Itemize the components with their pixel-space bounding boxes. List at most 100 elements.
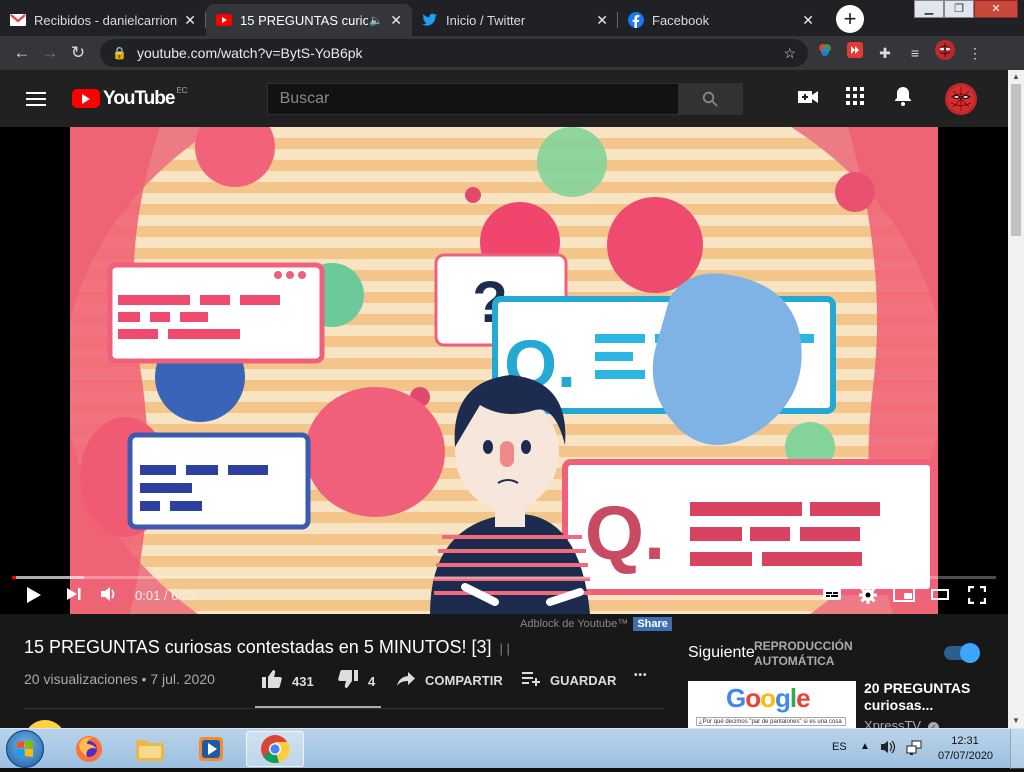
settings-gear-icon[interactable] (859, 586, 877, 608)
start-button[interactable] (6, 730, 44, 768)
tab-title: Facebook (652, 12, 710, 28)
dislike-button[interactable]: 4 (338, 670, 375, 693)
playlist-add-icon (522, 670, 540, 691)
subtitles-icon[interactable] (822, 586, 842, 608)
like-button[interactable]: 431 (262, 670, 314, 693)
back-icon[interactable]: ← (8, 39, 36, 67)
recommended-title[interactable]: 20 PREGUNTAS curiosas... (864, 680, 994, 714)
media-queue-icon[interactable]: ≡ (902, 40, 928, 66)
video-progress-bar[interactable] (12, 576, 996, 579)
user-avatar[interactable] (945, 83, 977, 115)
scrollbar-thumb[interactable] (1011, 84, 1021, 236)
search-button[interactable] (678, 82, 743, 115)
youtube-icon (216, 12, 232, 28)
thumbs-up-icon (262, 670, 282, 693)
clock-date: 07/07/2020 (938, 750, 994, 762)
browser-menu-icon[interactable]: ⋮ (962, 40, 988, 66)
close-icon[interactable]: ✕ (390, 12, 402, 29)
page-scrollbar[interactable]: ▲ ▼ (1008, 70, 1024, 728)
lock-icon: 🔒 (112, 46, 127, 60)
svg-text:Q.: Q. (585, 491, 665, 576)
close-icon[interactable]: ✕ (802, 12, 814, 29)
tab-gmail[interactable]: Recibidos - danielcarrion9 ✕ (0, 4, 206, 36)
taskbar-chrome[interactable] (246, 731, 304, 767)
menu-icon[interactable] (26, 91, 46, 106)
close-icon[interactable]: ✕ (184, 12, 196, 29)
save-button[interactable]: GUARDAR (522, 670, 616, 691)
scroll-up-arrow-icon[interactable]: ▲ (1008, 70, 1024, 84)
next-icon[interactable] (66, 586, 82, 608)
tab-facebook[interactable]: Facebook ✕ (618, 4, 824, 36)
search-input[interactable]: Buscar (266, 82, 679, 115)
extensions-puzzle-icon[interactable]: ✚ (872, 40, 898, 66)
google-logo: Google (726, 683, 811, 713)
window-close-button[interactable]: ✕ (974, 0, 1018, 18)
search-icon (702, 91, 718, 107)
language-indicator[interactable]: ES (832, 741, 847, 753)
apps-grid-icon[interactable] (842, 86, 868, 112)
play-icon[interactable] (26, 586, 42, 608)
twitter-icon (422, 12, 438, 28)
show-hidden-icons-icon[interactable]: ▲ (860, 741, 870, 752)
address-bar[interactable]: 🔒 youtube.com/watch?v=BytS-YoB6pk ☆ (100, 39, 808, 67)
miniplayer-icon[interactable] (893, 586, 915, 608)
window-controls: ▁ ❐ ✕ (914, 0, 1018, 18)
volume-tray-icon[interactable] (880, 740, 896, 759)
maximize-button[interactable]: ❐ (944, 0, 974, 18)
youtube-header: YouTube EC Buscar (0, 70, 1024, 127)
upload-date: 7 jul. 2020 (150, 671, 215, 687)
network-tray-icon[interactable] (906, 740, 922, 761)
tab-youtube[interactable]: 15 PREGUNTAS curiosas 🔈 ✕ (206, 4, 412, 36)
fullscreen-icon[interactable] (967, 585, 987, 608)
adblock-share-button[interactable]: Share (633, 617, 672, 631)
media-player-icon (199, 737, 223, 761)
reload-icon[interactable]: ↻ (64, 39, 92, 67)
up-next-label: Siguiente (688, 644, 755, 661)
show-desktop-button[interactable] (1010, 729, 1024, 769)
video-player[interactable]: ? Q. Q. 0:01 / 6:22 (0, 127, 1008, 614)
minimize-button[interactable]: ▁ (914, 0, 944, 18)
share-button[interactable]: COMPARTIR (397, 670, 503, 691)
taskbar-file-explorer[interactable] (121, 731, 179, 767)
video-frame: ? Q. Q. (70, 127, 938, 614)
notifications-bell-icon[interactable] (890, 86, 916, 112)
system-clock[interactable]: 12:31 07/07/2020 (938, 734, 994, 764)
tab-title: 15 PREGUNTAS curiosas (240, 12, 369, 28)
autoplay-toggle[interactable] (944, 643, 980, 663)
volume-icon[interactable] (100, 586, 118, 608)
chrome-icon (261, 735, 290, 764)
windows-taskbar: ES ▲ 12:31 07/07/2020 (0, 728, 1024, 769)
dislike-count: 4 (368, 674, 376, 689)
taskbar-media-player[interactable] (182, 731, 240, 767)
video-meta: 20 visualizaciones • 7 jul. 2020 (24, 671, 215, 687)
windows-logo-icon (17, 740, 33, 757)
time-display: 0:01 / 6:22 (135, 588, 197, 603)
tab-title: Inicio / Twitter (446, 12, 526, 28)
bookmark-star-icon[interactable]: ☆ (783, 45, 796, 62)
folder-icon (136, 740, 164, 761)
extension-video-icon[interactable] (842, 40, 868, 66)
firefox-icon (76, 736, 102, 762)
divider (24, 708, 664, 709)
thumbnail-search-box: ¿Por qué decimos "par de pantalones" si … (696, 717, 846, 726)
extension-colors-icon[interactable] (812, 40, 838, 66)
video-title: 15 PREGUNTAS curiosas contestadas en 5 M… (24, 637, 510, 657)
adblock-banner: Adblock de Youtube™ Share (520, 617, 672, 631)
new-tab-button[interactable]: + (836, 5, 864, 33)
tab-twitter[interactable]: Inicio / Twitter ✕ (412, 4, 618, 36)
audio-icon[interactable]: 🔈 (368, 12, 384, 28)
create-video-icon[interactable] (795, 86, 821, 112)
thumbs-down-icon (338, 670, 358, 693)
watch-info-area: Adblock de Youtube™ Share 15 PREGUNTAS c… (0, 614, 1008, 762)
more-actions-icon[interactable]: ••• (634, 670, 648, 681)
profile-avatar-icon[interactable] (932, 40, 958, 66)
taskbar-firefox[interactable] (60, 731, 118, 767)
forward-icon[interactable]: → (36, 39, 64, 67)
tab-title: Recibidos - danielcarrion9 (34, 12, 179, 28)
recommended-thumbnail[interactable]: Google ¿Por qué decimos "par de pantalon… (688, 681, 856, 728)
scroll-down-arrow-icon[interactable]: ▼ (1008, 714, 1024, 728)
theater-mode-icon[interactable] (931, 586, 949, 608)
close-icon[interactable]: ✕ (596, 12, 608, 29)
view-count: 20 visualizaciones (24, 671, 138, 687)
youtube-logo[interactable]: YouTube EC (72, 86, 188, 110)
